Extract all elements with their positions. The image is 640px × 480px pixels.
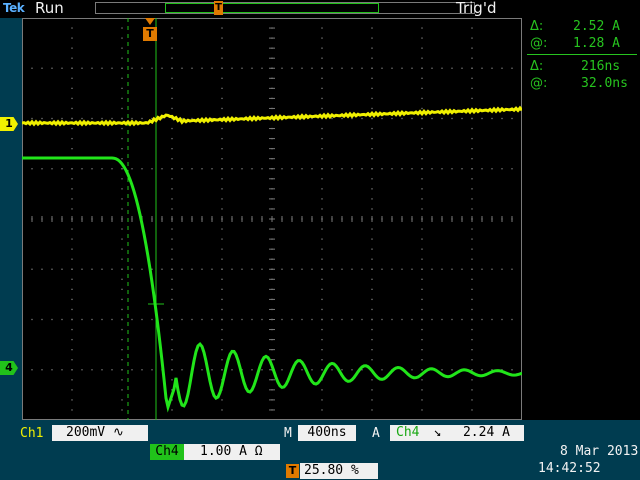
trigger-source-prefix: A	[372, 426, 380, 441]
ch4-scale: 1.00 A Ω	[200, 444, 263, 459]
trigger-position: 25.80 %	[304, 463, 359, 478]
ch1-waveform	[21, 105, 524, 127]
brand-logo: Tek	[3, 1, 25, 15]
ch4-scale-box[interactable]: 1.00 A Ω	[184, 444, 280, 460]
trigger-state: Trig'd	[456, 0, 497, 17]
record-trigger-marker: T	[214, 1, 223, 15]
date: 8 Mar 2013	[560, 444, 639, 459]
cursor-at-amplitude: 1.28 A	[573, 36, 620, 51]
ch1-label[interactable]: Ch1	[20, 426, 43, 441]
at-symbol: @:	[530, 36, 548, 51]
time: 14:42:52	[538, 461, 601, 476]
graticule	[21, 17, 523, 421]
at-time-symbol: @:	[530, 76, 548, 91]
trigger-position-box[interactable]: 25.80 %	[300, 463, 378, 479]
waveform-svg	[21, 17, 524, 421]
trigger-arrow-icon	[145, 18, 155, 25]
cursor-delta-amplitude: 2.52 A	[573, 19, 620, 34]
ch4-label[interactable]: Ch4	[150, 444, 184, 460]
ch4-marker[interactable]: 4	[0, 361, 18, 375]
ch1-coupling-icon: ∿	[112, 425, 124, 440]
run-state[interactable]: Run	[35, 0, 64, 17]
trigger-level: 2.24 A	[462, 425, 510, 440]
timebase-label: M	[284, 426, 292, 441]
ch1-scale-box[interactable]: 200mV ∿	[52, 425, 148, 441]
record-view-window[interactable]	[165, 3, 379, 13]
ch1-scale: 200mV	[66, 425, 106, 440]
trigger-position-marker[interactable]: T	[143, 27, 157, 41]
ch1-marker[interactable]: 1	[0, 117, 18, 131]
trigger-slope-icon: ↘	[433, 425, 442, 440]
delta-time-symbol: Δ:	[530, 59, 544, 74]
trigger-pos-icon: T	[286, 464, 299, 478]
cursor-delta-time: 216ns	[581, 59, 621, 74]
cursor-divider	[527, 54, 637, 55]
trigger-source: Ch4	[396, 425, 420, 440]
timebase-value[interactable]: 400ns	[298, 425, 356, 441]
waveform-display[interactable]	[21, 17, 524, 421]
ch4-waveform	[22, 156, 523, 413]
trigger-readout[interactable]: Ch4 ↘ 2.24 A	[390, 425, 524, 441]
delta-symbol: Δ:	[530, 19, 544, 34]
cursor-at-time: 32.0ns	[581, 76, 628, 91]
